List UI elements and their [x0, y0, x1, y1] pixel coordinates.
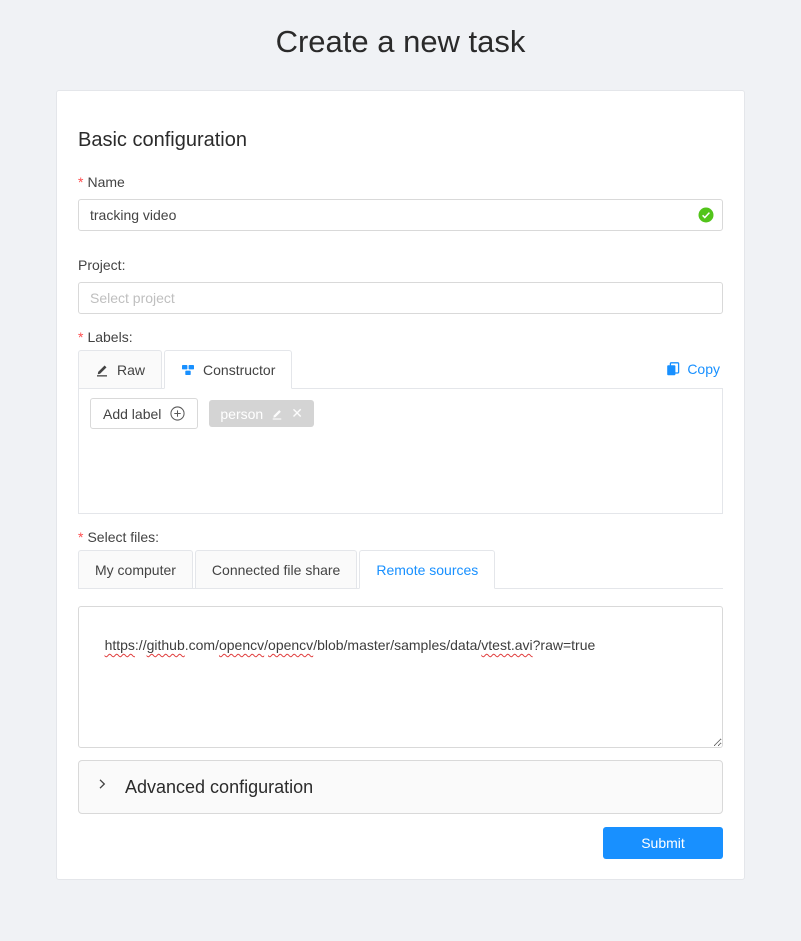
- required-asterisk: *: [78, 174, 83, 190]
- edit-label-icon[interactable]: [271, 408, 283, 420]
- submit-button[interactable]: Submit: [603, 827, 723, 859]
- remote-url-text: https://github.com/opencv/opencv/blob/ma…: [105, 637, 596, 653]
- advanced-configuration-title: Advanced configuration: [125, 777, 313, 798]
- tab-raw-label: Raw: [117, 362, 145, 378]
- chevron-right-icon: [96, 778, 108, 790]
- name-label: *Name: [78, 174, 723, 190]
- add-label-button[interactable]: Add label: [90, 398, 198, 429]
- files-tabbar: My computer Connected file share Remote …: [78, 550, 723, 589]
- project-select[interactable]: [78, 282, 723, 314]
- remote-urls-input[interactable]: https://github.com/opencv/opencv/blob/ma…: [78, 606, 723, 748]
- tab-constructor[interactable]: Constructor: [164, 350, 292, 389]
- label-tag-name: person: [220, 406, 263, 422]
- build-icon: [181, 363, 195, 377]
- project-label: Project:: [78, 257, 723, 273]
- check-circle-icon: [698, 207, 714, 223]
- tab-raw[interactable]: Raw: [78, 350, 162, 389]
- required-asterisk: *: [78, 529, 83, 545]
- tab-remote-sources-label: Remote sources: [376, 562, 478, 578]
- name-input[interactable]: [78, 199, 723, 231]
- label-tag: person ✕: [209, 400, 314, 427]
- basic-configuration-heading: Basic configuration: [78, 129, 723, 152]
- copy-icon: [666, 362, 680, 376]
- add-label-button-label: Add label: [103, 406, 161, 422]
- label-tags: person ✕: [209, 398, 314, 427]
- tab-connected-file-share-label: Connected file share: [212, 562, 340, 578]
- project-select-wrap: [78, 282, 723, 314]
- tab-connected-file-share[interactable]: Connected file share: [195, 550, 357, 589]
- tab-remote-sources[interactable]: Remote sources: [359, 550, 495, 589]
- page-title: Create a new task: [0, 24, 801, 60]
- labels-label: *Labels:: [78, 329, 723, 345]
- copy-button[interactable]: Copy: [666, 361, 723, 377]
- tab-constructor-label: Constructor: [203, 362, 275, 378]
- copy-button-label: Copy: [687, 361, 720, 377]
- task-form-card: Basic configuration *Name Project: *Labe…: [56, 90, 745, 880]
- labels-constructor-panel: Add label person ✕: [78, 389, 723, 514]
- remove-label-icon[interactable]: ✕: [291, 405, 303, 422]
- advanced-configuration-header[interactable]: Advanced configuration: [78, 760, 723, 814]
- name-label-text: Name: [87, 174, 124, 190]
- name-input-wrap: [78, 199, 723, 231]
- labels-label-text: Labels:: [87, 329, 132, 345]
- labels-tabbar: Raw Constructor Copy: [78, 350, 723, 389]
- required-asterisk: *: [78, 329, 83, 345]
- create-task-page: { "page": { "title": "Create a new task"…: [0, 24, 801, 941]
- select-files-label-text: Select files:: [87, 529, 159, 545]
- edit-icon: [95, 363, 109, 377]
- plus-circle-icon: [170, 406, 185, 421]
- tab-my-computer-label: My computer: [95, 562, 176, 578]
- select-files-label: *Select files:: [78, 529, 723, 545]
- submit-row: Submit: [78, 827, 723, 859]
- tab-my-computer[interactable]: My computer: [78, 550, 193, 589]
